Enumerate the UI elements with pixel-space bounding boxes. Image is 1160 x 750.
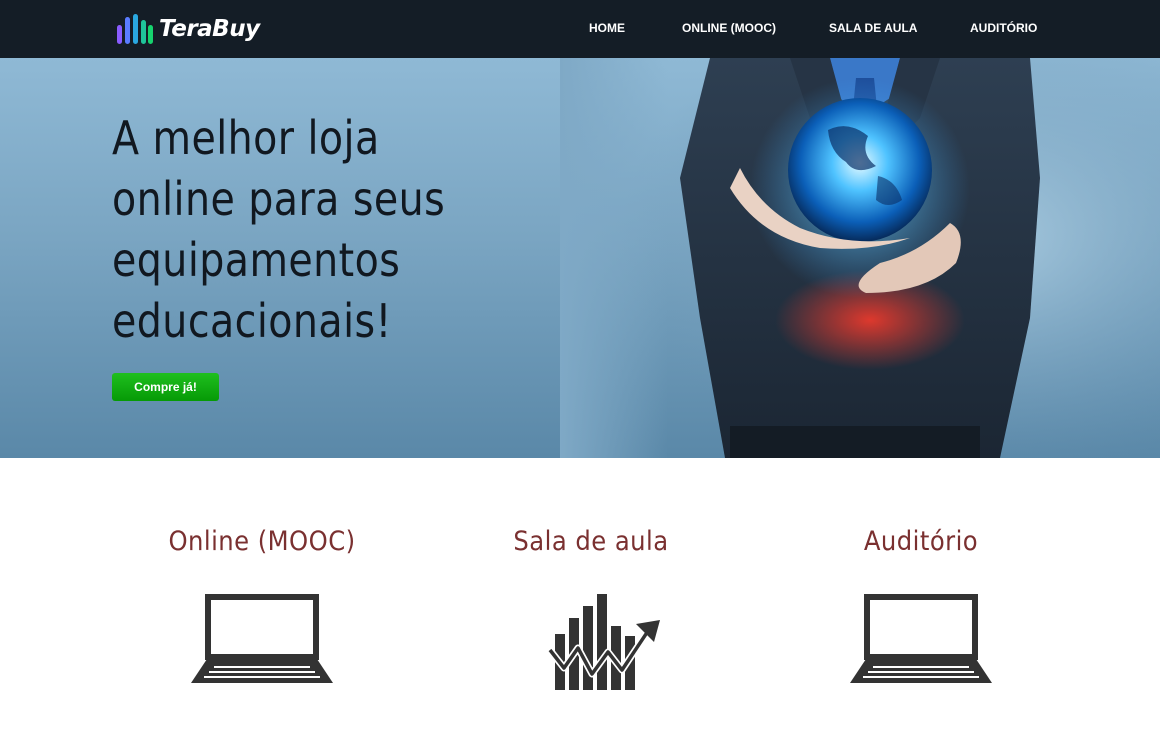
nav-online-mooc[interactable]: ONLINE (MOOC)	[682, 21, 776, 35]
feature-auditorio: Auditório	[756, 458, 1086, 750]
hero-banner: A melhor loja online para seus equipamen…	[0, 58, 1160, 458]
feature-title: Sala de aula	[513, 526, 669, 557]
nav-auditorio[interactable]: AUDITÓRIO	[970, 21, 1037, 35]
laptop-icon	[191, 594, 333, 683]
growth-chart-icon	[547, 594, 660, 690]
bar-chart-logo-icon	[117, 14, 153, 44]
hero-headline-line: educacionais!	[112, 294, 392, 348]
brand-name: TeraBuy	[159, 16, 260, 42]
hero-headline: A melhor loja online para seus equipamen…	[112, 108, 473, 352]
hero-headline-line: equipamentos	[112, 233, 401, 287]
laptop-icon	[850, 594, 992, 683]
feature-title: Auditório	[863, 526, 979, 557]
brand-logo[interactable]: TeraBuy	[116, 12, 260, 46]
feature-online-mooc: Online (MOOC)	[97, 458, 427, 750]
businessman-globe-image	[560, 58, 1160, 458]
top-navbar: TeraBuy HOME ONLINE (MOOC) SALA DE AULA …	[0, 0, 1160, 58]
buy-now-button[interactable]: Compre já!	[112, 373, 219, 401]
hero-headline-line: online para seus	[112, 172, 446, 226]
feature-title: Online (MOOC)	[168, 526, 356, 557]
nav-home[interactable]: HOME	[589, 21, 625, 35]
feature-sala-de-aula: Sala de aula	[426, 458, 756, 750]
nav-sala-de-aula[interactable]: SALA DE AULA	[829, 21, 917, 35]
hero-headline-line: A melhor loja	[112, 111, 380, 165]
